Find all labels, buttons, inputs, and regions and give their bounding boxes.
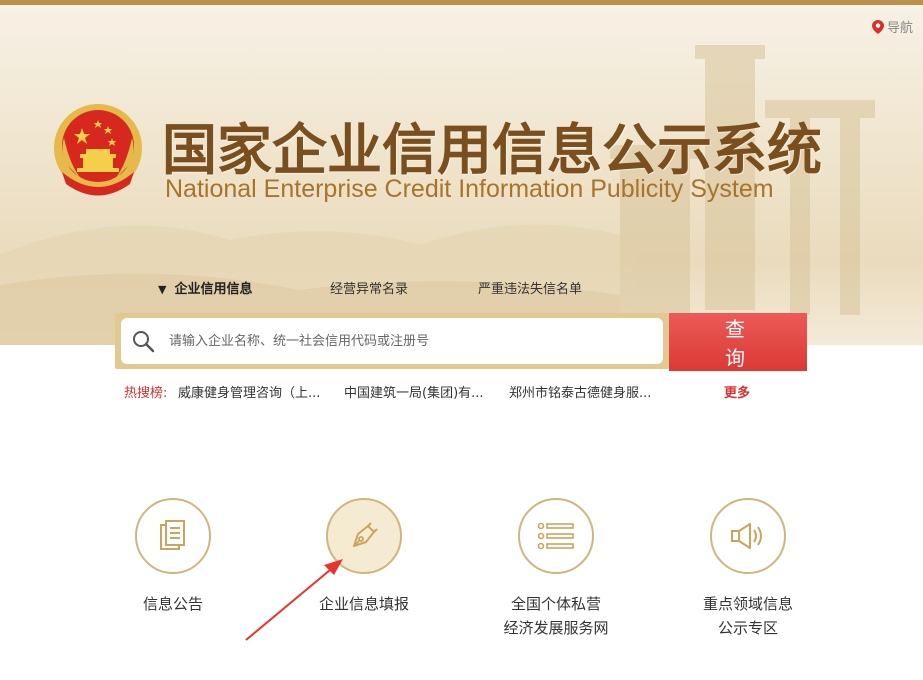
tab-label: 企业信用信息 (174, 282, 253, 297)
service-key-field-publicity[interactable]: 重点领域信息 公示专区 (668, 498, 828, 640)
service-icon-circle (135, 498, 211, 574)
service-private-economy-network[interactable]: 全国个体私营 经济发展服务网 (476, 498, 636, 640)
site-title-chinese: 国家企业信用信息公示系统 (162, 117, 823, 182)
hot-search-item[interactable]: 威康健身管理咨询（上... (178, 382, 320, 401)
nav-link[interactable]: 导航 (871, 17, 913, 36)
hot-search-more-link[interactable]: 更多 (724, 382, 750, 401)
speaker-icon (731, 523, 762, 549)
service-label: 全国个体私营 经济发展服务网 (503, 595, 609, 637)
search-icon (133, 331, 155, 353)
national-emblem-logo (54, 104, 142, 196)
service-icon-circle (518, 498, 594, 574)
tab-abnormal-operation-list[interactable]: 经营异常名录 (330, 278, 408, 297)
pen-nib-icon (353, 522, 378, 547)
search-box (115, 313, 669, 369)
hot-search-item[interactable]: 中国建筑一局(集团)有... (344, 382, 484, 401)
search-input[interactable] (167, 332, 651, 350)
search-field-wrapper (121, 318, 663, 364)
hot-search-item[interactable]: 郑州市铭泰古德健身服... (509, 382, 651, 401)
tab-serious-violation-list[interactable]: 严重违法失信名单 (478, 278, 582, 297)
service-icon-circle (710, 498, 786, 574)
search-category-tabs: ▼ 企业信用信息 经营异常名录 严重违法失信名单 (0, 278, 923, 298)
list-icon (537, 522, 574, 550)
triangle-down-icon: ▼ (158, 283, 167, 296)
hot-search-label: 热搜榜: (124, 386, 168, 401)
tab-enterprise-credit[interactable]: ▼ 企业信用信息 (158, 278, 252, 297)
service-label: 信息公告 (142, 595, 203, 613)
document-icon (160, 520, 185, 550)
search-button[interactable]: 查 询 (669, 313, 807, 371)
service-label: 重点领域信息 公示专区 (702, 595, 793, 637)
location-pin-icon (871, 19, 884, 34)
site-title-english: National Enterprise Credit Information P… (165, 175, 774, 203)
nav-label: 导航 (886, 21, 913, 36)
red-annotation-arrow (245, 559, 343, 641)
service-info-announcement[interactable]: 信息公告 (93, 498, 253, 616)
